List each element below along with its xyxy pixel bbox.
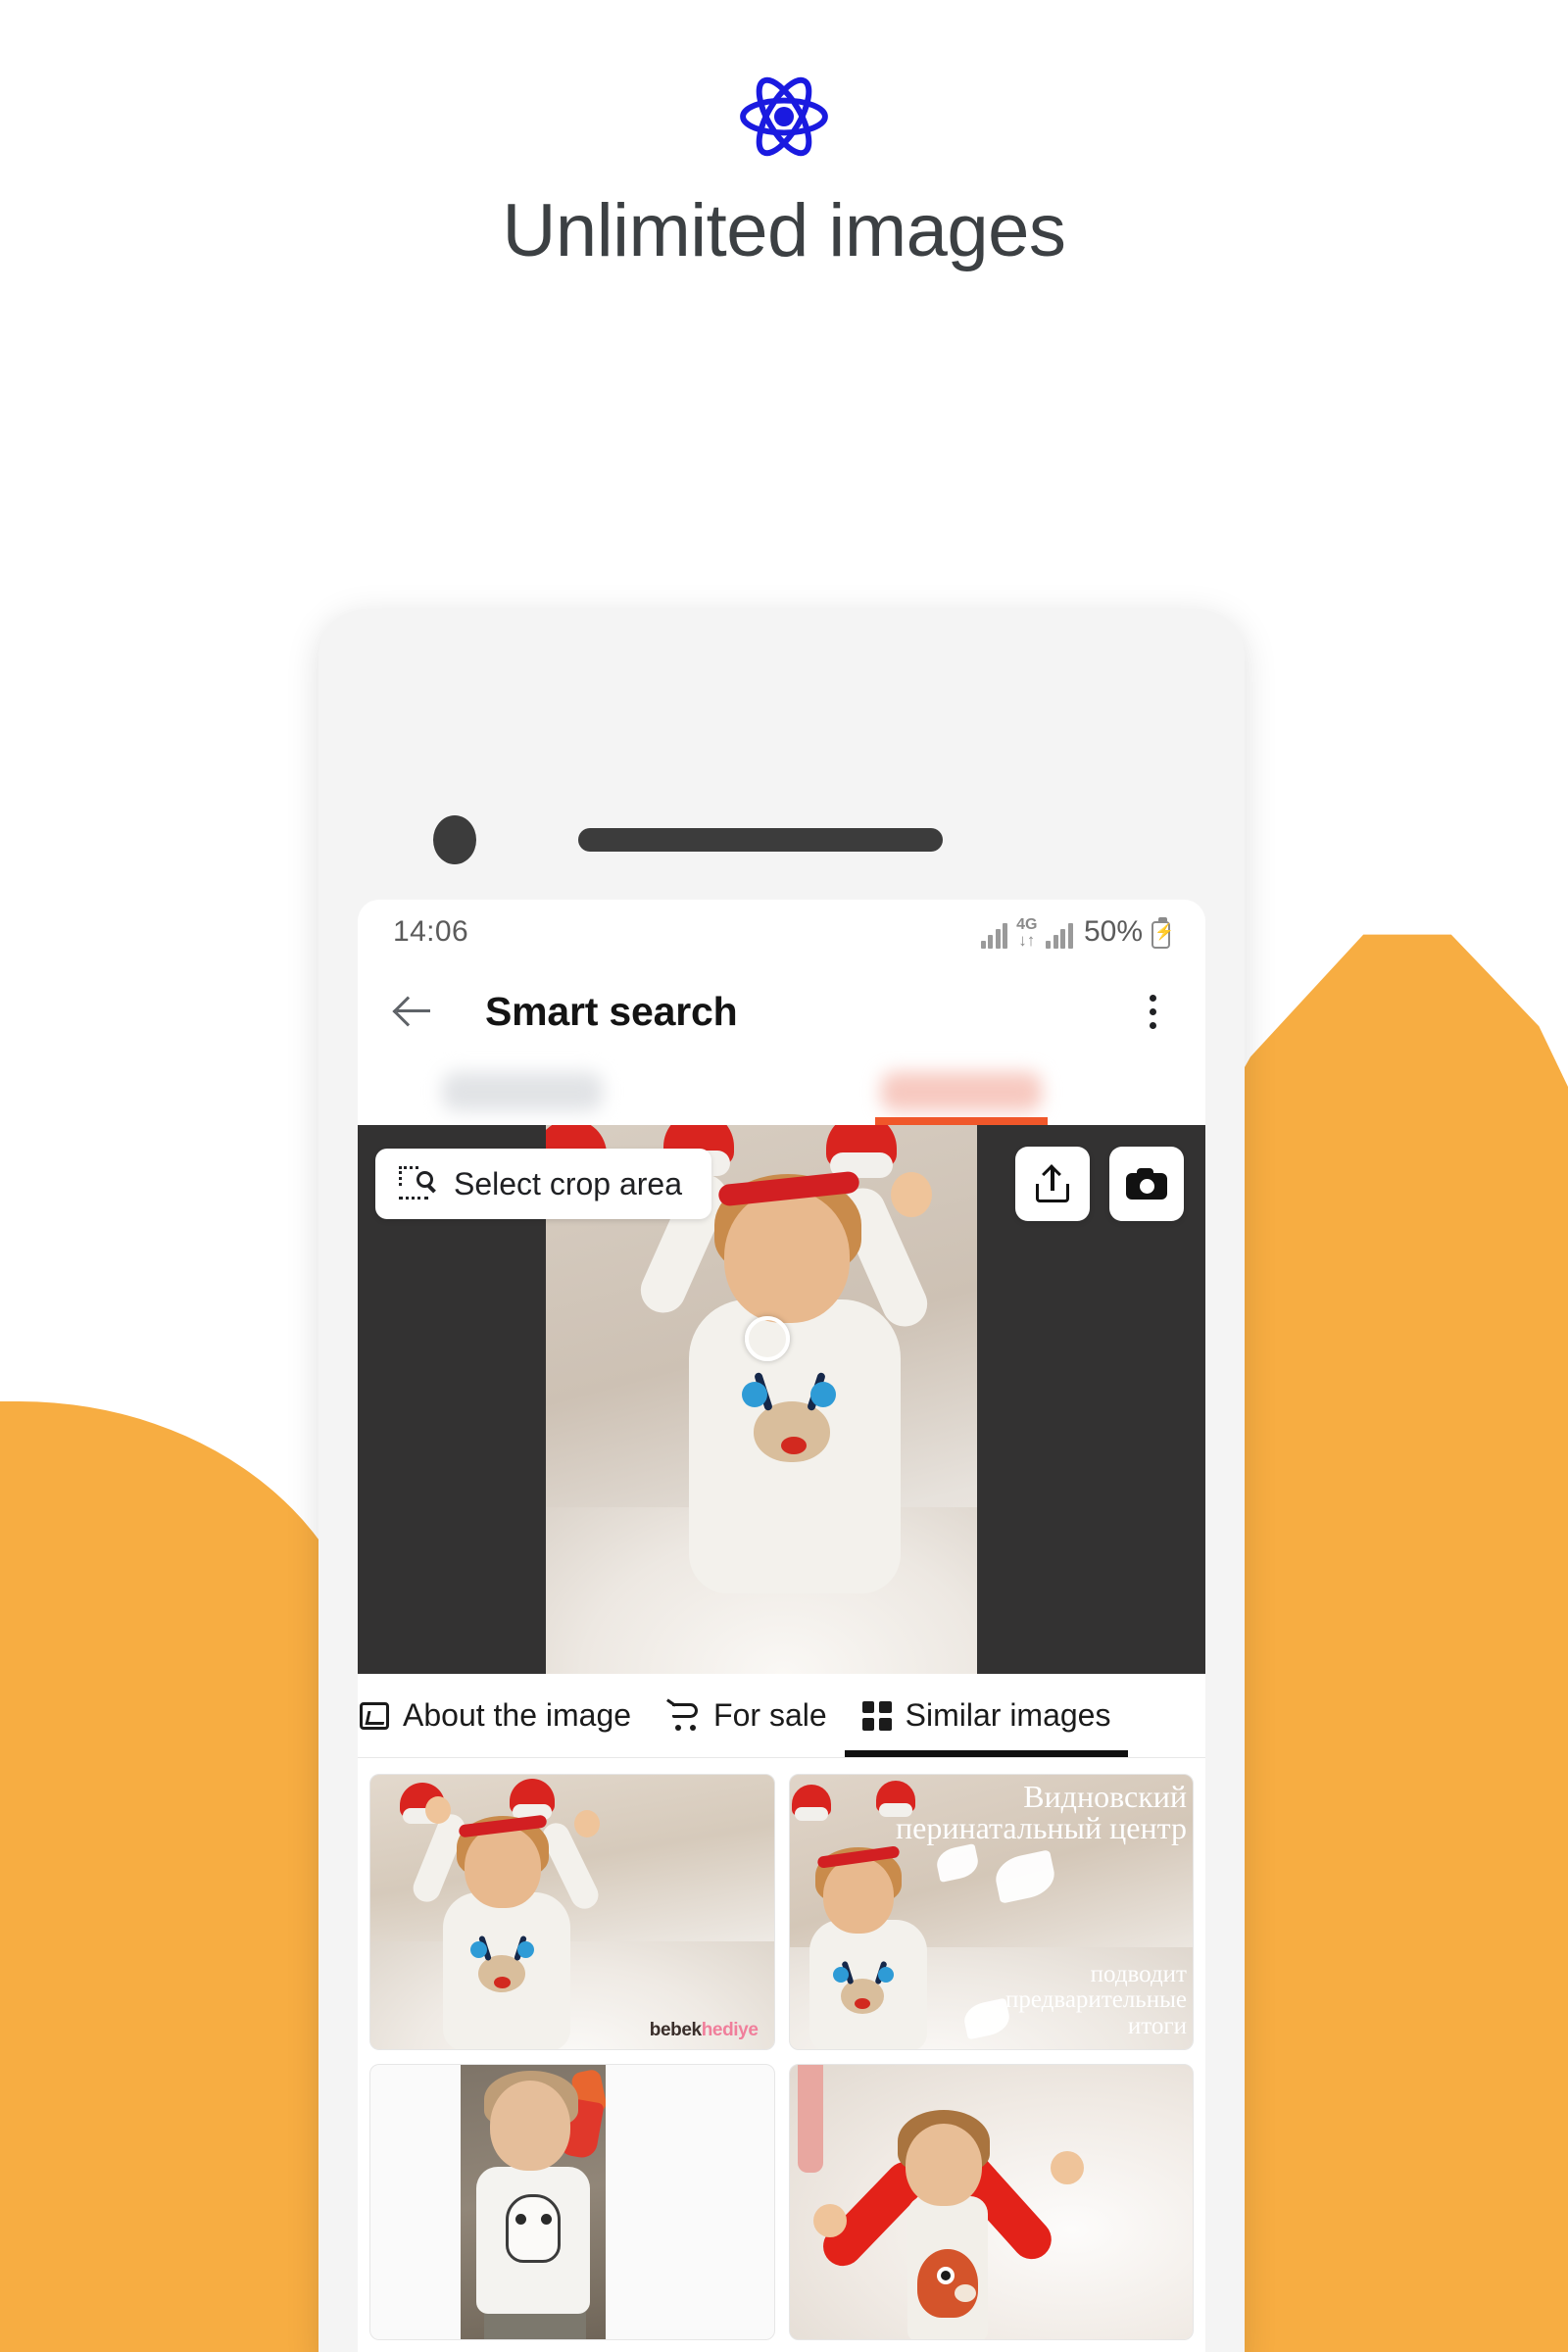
tab-label: Similar images [905, 1697, 1111, 1733]
image-watermark: bebekhediye [650, 2020, 759, 2041]
promo-screenshot: Unlimited images 14:06 4G ↓↑ 50% ⚡ Smart… [0, 0, 1568, 2352]
blurred-tab-left[interactable] [442, 1072, 603, 1111]
crop-search-icon [399, 1166, 436, 1201]
battery-percent: 50% [1083, 915, 1143, 948]
tab-for-sale[interactable]: For sale [649, 1674, 845, 1757]
signal-bars-icon [980, 923, 1008, 949]
status-time: 14:06 [393, 915, 469, 948]
select-crop-area-label: Select crop area [454, 1165, 683, 1201]
poster-heading-line2: перинатальный центр [896, 1810, 1187, 1845]
picture-info-icon [360, 1701, 389, 1730]
camera-icon [1126, 1168, 1167, 1200]
more-vertical-icon[interactable] [1133, 994, 1172, 1029]
viewer-action-buttons [1015, 1147, 1184, 1221]
result-perinatal-center-poster[interactable]: Видновский перинатальный центр подводит … [788, 1774, 1194, 2050]
watermark-pink-text: hediye [701, 2020, 759, 2040]
blurred-tab-right[interactable] [881, 1072, 1042, 1111]
grid-four-icon [861, 1700, 892, 1731]
poster-heading: Видновский перинатальный центр [790, 1779, 1187, 1845]
result-toddler-cat-shirt[interactable] [369, 2064, 775, 2340]
blurred-tab-strip [358, 1058, 1205, 1125]
network-type-icon: 4G ↓↑ [1016, 917, 1037, 950]
swan-icon [933, 1842, 981, 1884]
poster-heading-line1: Видновский [1023, 1779, 1187, 1814]
app-bar-title: Smart search [485, 988, 738, 1034]
camera-button[interactable] [1109, 1147, 1184, 1221]
front-camera-dot-icon [433, 815, 476, 864]
data-arrows-icon: ↓↑ [1018, 931, 1036, 950]
atom-react-logo-icon [740, 76, 828, 157]
share-upload-icon [1036, 1164, 1069, 1202]
watermark-dark-text: bebek [649, 2020, 702, 2040]
poster-subheading: подводит предварительные итоги [1005, 1960, 1187, 2040]
back-arrow-icon[interactable] [391, 989, 436, 1034]
signal-bars-icon-secondary [1046, 923, 1073, 949]
phone-screen: 14:06 4G ↓↑ 50% Smart search [358, 900, 1205, 2352]
decorative-orange-shape-left [0, 1401, 372, 2352]
result-toddler-red-sleeves[interactable] [788, 2064, 1194, 2340]
result-tabs: About the image For sale Similar images [358, 1674, 1205, 1758]
poster-sub-line3: итоги [1127, 2012, 1187, 2039]
share-button[interactable] [1015, 1147, 1090, 1221]
tab-label: For sale [713, 1697, 827, 1733]
swan-icon [991, 1849, 1058, 1904]
earpiece-speaker-icon [578, 828, 943, 852]
app-bar: Smart search [358, 964, 1205, 1058]
tab-about-the-image[interactable]: About the image [358, 1674, 649, 1757]
status-bar: 14:06 4G ↓↑ 50% [358, 900, 1205, 964]
tab-similar-images[interactable]: Similar images [844, 1674, 1129, 1757]
battery-charging-icon [1152, 917, 1174, 949]
image-viewer[interactable]: Select crop area [358, 1125, 1205, 1674]
shopping-cart-icon [666, 1697, 700, 1731]
select-crop-area-button[interactable]: Select crop area [375, 1149, 712, 1219]
phone-mockup: 14:06 4G ↓↑ 50% Smart search [318, 610, 1245, 2352]
poster-sub-line2: предварительные [1005, 1986, 1187, 2013]
result-baby-reindeer-pajamas[interactable]: bebekhediye [369, 1774, 775, 2050]
app-logo [0, 76, 1568, 157]
page-title: Unlimited images [502, 189, 1066, 272]
selection-circle-icon[interactable] [745, 1316, 790, 1361]
poster-sub-line1: подводит [1090, 1960, 1187, 1987]
blurred-tab-active-indicator [875, 1117, 1048, 1125]
similar-images-grid: bebekhediye Видновский перинатальный цен… [358, 1758, 1205, 2352]
tab-label: About the image [403, 1697, 632, 1733]
